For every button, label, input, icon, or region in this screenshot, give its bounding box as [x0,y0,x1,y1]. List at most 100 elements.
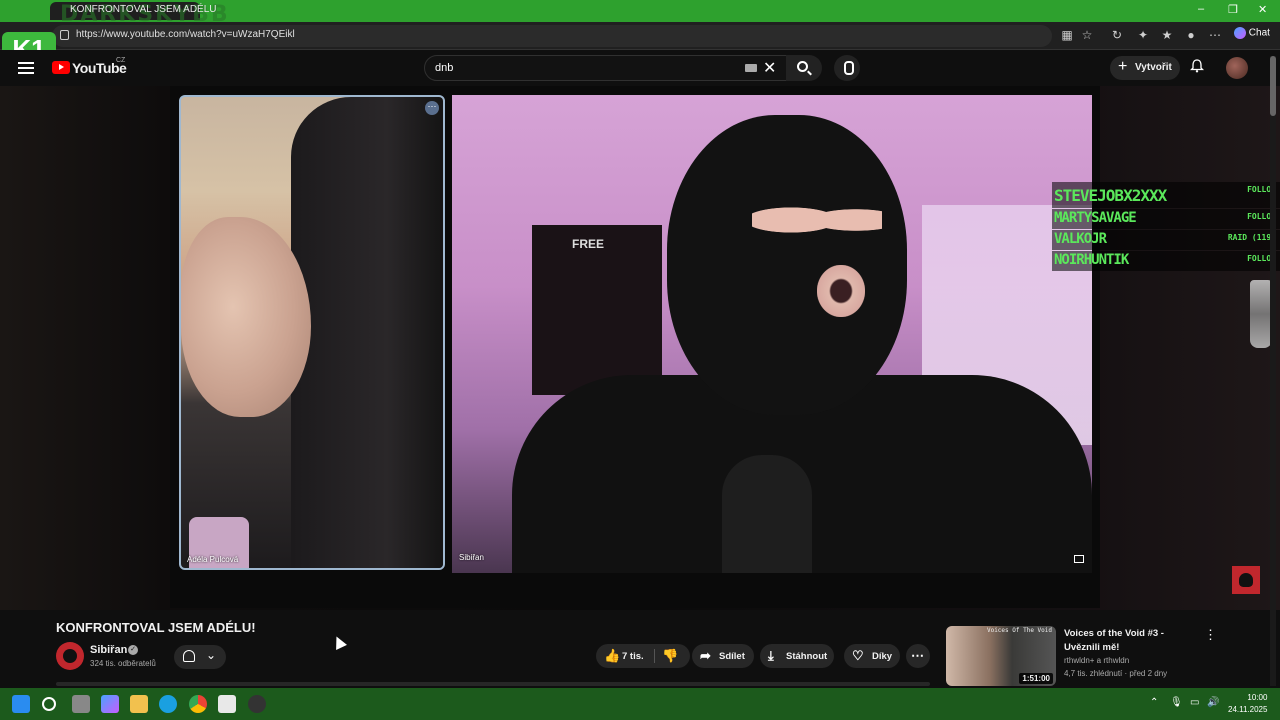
favorite-star-icon[interactable]: ☆ [1080,28,1094,42]
thanks-button[interactable]: ♡ Díky [844,644,900,668]
clock-date: 24.11.2025 [1228,705,1268,714]
profile-icon[interactable]: ● [1184,28,1198,42]
chevron-down-icon: ⌄ [206,648,217,662]
glass-image [1250,280,1272,348]
follows-overlay: STEVEJOBX2XXX FOLLOW MARTYSAVAGE FOLLOW … [1052,182,1280,272]
video-title: KONFRONTOVAL JSEM ADÉLU! [56,620,256,635]
channel-name[interactable]: Sibiřan [90,644,127,656]
follow-row: NOIRHUNTIK FOLLOW [1052,251,1280,271]
address-bar[interactable]: https://www.youtube.com/watch?v=uWzaH7QE… [52,25,1052,47]
bell-icon [183,650,195,662]
keyboard-icon[interactable] [745,64,757,72]
recommended-video-title[interactable]: Voices of the Void #3 - Uvěznili mě! [1064,627,1198,655]
download-label: Stáhnout [786,651,828,662]
menu-hamburger-icon[interactable] [18,62,34,74]
follower-name: VALKOJR [1054,231,1107,247]
share-label: Sdílet [719,651,745,662]
participant-name-right: Sibiřan [459,553,484,562]
clock-time: 10:00 [1247,693,1268,702]
address-url: https://www.youtube.com/watch?v=uWzaH7QE… [76,29,295,40]
file-explorer-icon[interactable] [130,695,148,713]
recommended-channel[interactable]: rthwldn+ a rthwldn [1064,656,1129,665]
tray-volume-icon[interactable]: 🔊 [1207,697,1219,708]
country-code: CZ [116,57,126,64]
mouse-cursor-icon [331,634,347,650]
recommendation-menu-icon[interactable]: ⋮ [1204,627,1217,643]
store-icon[interactable] [218,695,236,713]
search-button[interactable] [786,55,822,81]
edge-browser-icon[interactable] [159,695,177,713]
microphone-shape [722,455,812,573]
tray-chevron-icon[interactable]: ⌃ [1150,697,1158,708]
refresh-icon[interactable]: ↻ [1110,28,1124,42]
more-menu-icon[interactable]: ⋯ [1208,28,1222,42]
close-window-icon[interactable]: ✕ [1258,3,1267,16]
task-view-icon[interactable] [72,695,90,713]
download-button[interactable]: ⤓ Stáhnout [760,644,834,668]
browser-tab-title: KONFRONTOVAL JSEM ADÉLU [70,4,217,15]
user-avatar[interactable] [1226,57,1248,79]
scrollbar-thumb[interactable] [1270,56,1276,116]
minimize-icon[interactable]: – [1198,3,1204,15]
eyes-shape [752,195,882,245]
create-button[interactable]: + Vytvořit [1110,56,1180,80]
subscription-bell-button[interactable]: ⌄ [174,645,226,669]
recommended-video-thumbnail[interactable]: Voices Of The Void 1:51:00 [946,626,1056,686]
follow-row: MARTYSAVAGE FOLLOW [1052,209,1280,229]
thumbnail-caption: Voices Of The Void [986,627,1052,634]
more-dots-icon: ⋯ [911,648,924,663]
share-arrow-icon: ➦ [700,648,711,663]
thumbs-down-icon[interactable]: 👎 [662,648,678,664]
start-windows-icon[interactable] [12,695,30,713]
thumbs-up-icon[interactable]: 👍 [604,648,620,664]
chrome-icon[interactable] [189,695,207,713]
hood-shape [291,97,443,568]
call-tile-right: FREE Sibiřan [452,95,1092,573]
call-tile-left: ⋯ Adéla Pulcová [179,95,445,570]
obs-icon[interactable] [248,695,266,713]
copilot-taskbar-icon[interactable] [101,695,119,713]
thanks-label: Díky [872,651,893,662]
taskbar-search-icon[interactable] [42,697,56,711]
divider [654,649,655,663]
description-box-edge [56,682,930,686]
download-icon: ⤓ [768,648,774,663]
more-actions-button[interactable]: ⋯ [906,644,930,668]
maximize-icon[interactable]: ❐ [1228,3,1238,16]
search-icon [797,61,808,72]
apps-icon[interactable]: ▦ [1060,28,1074,42]
browser-tabstrip: DARKSKYBB KONFRONTOVAL JSEM ADÉLU – ❐ ✕ [0,0,1280,27]
thanks-heart-icon: ♡ [852,648,864,663]
follow-tag: RAID (119) [1227,233,1276,242]
participant-name-left: Adéla Pulcová [187,555,239,564]
copilot-icon [1234,27,1246,39]
verified-check-icon: ✓ [128,645,138,655]
taskbar-clock[interactable]: 10:00 24.11.2025 [1228,692,1267,716]
chat-label: Chat [1248,27,1270,39]
search-input[interactable] [435,59,735,77]
notifications-bell-icon[interactable] [1190,59,1204,73]
extensions-icon[interactable]: ✦ [1136,28,1150,42]
tray-network-icon[interactable]: ▭ [1190,697,1199,708]
recommended-meta: 4,7 tis. zhlédnutí · před 2 dny [1064,669,1168,678]
clear-search-icon[interactable]: ✕ [763,58,776,78]
voice-search-mic-icon[interactable] [834,55,860,81]
mouth-shape [817,265,865,317]
lock-icon [60,30,69,40]
scrollbar[interactable] [1270,56,1276,686]
share-button[interactable]: ➦ Sdílet [692,644,754,668]
like-dislike-group: 👍 7 tis. 👎 [596,644,690,668]
youtube-logo-icon[interactable] [52,61,70,74]
like-count[interactable]: 7 tis. [622,651,644,662]
follower-name: NOIRHUNTIK [1054,252,1129,268]
chat-button[interactable]: Chat [1234,27,1270,39]
favorites-icon[interactable]: ★ [1160,28,1174,42]
tray-mic-icon[interactable]: 🎙 [1170,697,1183,708]
channel-avatar[interactable] [56,642,84,670]
balaclava-head-shape [667,115,907,415]
expand-icon [1074,555,1084,563]
channel-watermark-icon [1232,566,1260,594]
follow-row: STEVEJOBX2XXX FOLLOW [1052,182,1280,208]
follow-row: VALKOJR RAID (119) [1052,230,1280,250]
search-box [424,55,788,81]
